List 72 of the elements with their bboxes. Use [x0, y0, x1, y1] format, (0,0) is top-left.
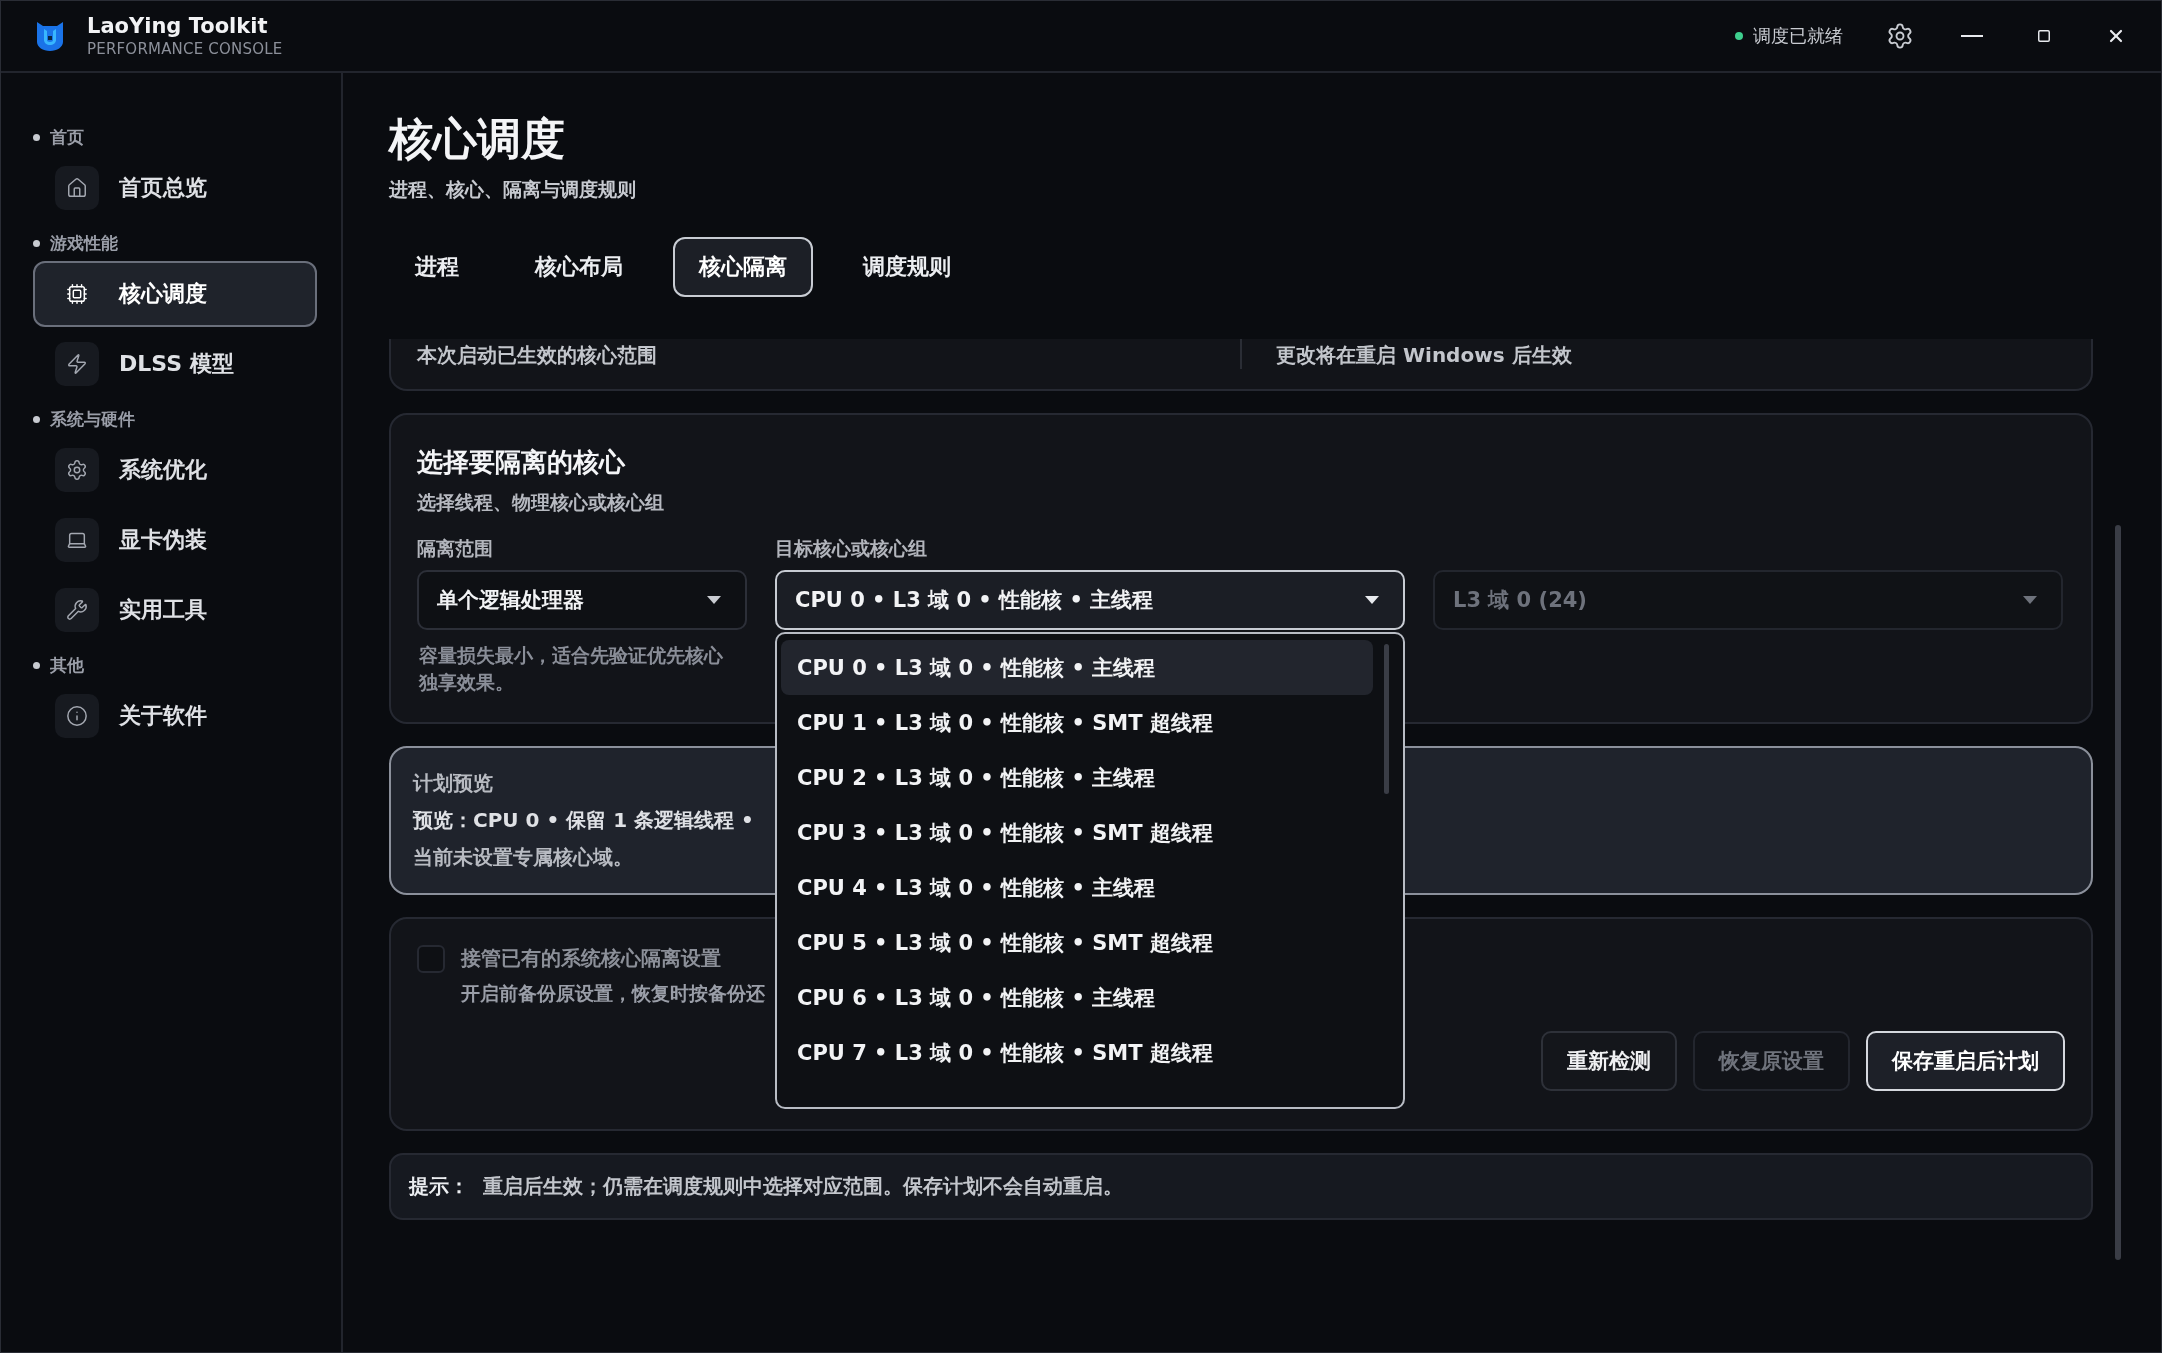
bullet-icon [33, 133, 40, 141]
sidebar-item[interactable]: 核心调度 [33, 261, 317, 327]
scrollbar-thumb[interactable] [2115, 525, 2121, 1260]
current-range-text: 本次启动已生效的核心范围 [417, 341, 658, 369]
card-title: 选择要隔离的核心 [417, 446, 627, 480]
info-icon [55, 694, 99, 738]
caret-icon [2023, 596, 2037, 605]
sidebar-label: 首页总览 [119, 174, 207, 202]
sidebar-label: DLSS 模型 [119, 350, 234, 378]
laptop-icon [55, 518, 99, 562]
page-title: 核心调度 [389, 115, 566, 164]
tab[interactable]: 调度规则 [837, 237, 977, 298]
caret-icon [1365, 596, 1379, 605]
tip-label: 提示： [409, 1172, 469, 1200]
dropdown-option[interactable]: CPU 6 • L3 域 0 • 性能核 • 主线程 [781, 970, 1373, 1026]
dropdown-option[interactable]: CPU 5 • L3 域 0 • 性能核 • SMT 超线程 [781, 915, 1373, 971]
sidebar-item[interactable]: DLSS 模型 [33, 331, 317, 397]
preview-summary: 预览：CPU 0 • 保留 1 条逻辑线程 • [413, 806, 754, 834]
tab[interactable]: 核心布局 [509, 237, 649, 298]
section-label: 系统与硬件 [50, 407, 135, 431]
hint-text: 容量损失最小，适合先验证优先核心独享效果。 [417, 643, 724, 695]
page-subtitle: 进程、核心、隔离与调度规则 [389, 177, 637, 203]
tab[interactable]: 核心隔离 [673, 237, 813, 298]
sidebar-label: 系统优化 [119, 456, 207, 484]
logo-icon [35, 20, 65, 52]
sidebar-item[interactable]: 实用工具 [33, 577, 317, 643]
sidebar-item[interactable]: 显卡伪装 [33, 507, 317, 573]
sidebar-item[interactable]: 关于软件 [33, 683, 317, 749]
scope-select[interactable]: 单个逻辑处理器 [417, 570, 747, 631]
sidebar-label: 关于软件 [119, 702, 207, 730]
preview-title: 计划预览 [413, 769, 493, 797]
sidebar-item[interactable]: 首页总览 [33, 155, 317, 221]
target-select[interactable]: CPU 0 • L3 域 0 • 性能核 • 主线程 [775, 570, 1405, 631]
field-label: 目标核心或核心组 [775, 536, 928, 562]
dropdown-option[interactable]: CPU 4 • L3 域 0 • 性能核 • 主线程 [781, 860, 1373, 916]
action-button[interactable]: 保存重启后计划 [1866, 1030, 2065, 1091]
tab[interactable]: 进程 [389, 237, 485, 298]
preview-note: 当前未设置专属核心域。 [413, 843, 633, 871]
card-subtitle: 选择线程、物理核心或核心组 [417, 490, 665, 516]
lightning-icon [55, 342, 99, 386]
bullet-icon [33, 661, 40, 669]
dropdown-option[interactable]: CPU 1 • L3 域 0 • 性能核 • SMT 超线程 [781, 695, 1373, 751]
dropdown-option[interactable]: CPU 3 • L3 域 0 • 性能核 • SMT 超线程 [781, 805, 1373, 861]
sidebar-label: 显卡伪装 [119, 526, 207, 554]
section-label: 其他 [50, 653, 84, 677]
checkbox-label: 接管已有的系统核心隔离设置 [461, 945, 721, 973]
caret-icon [707, 596, 721, 605]
settings-icon [1886, 22, 1914, 50]
takeover-description: 开启前备份原设置，恢复时按备份还 [461, 980, 765, 1006]
status-text: 调度已就绪 [1753, 24, 1843, 48]
app-subtitle: PERFORMANCE CONSOLE [87, 40, 283, 58]
home-icon [55, 166, 99, 210]
tip-text: 重启后生效；仍需在调度规则中选择对应范围。保存计划不会自动重启。 [483, 1172, 1123, 1200]
settings-icon [55, 448, 99, 492]
pending-change-text: 更改将在重启 Windows 后生效 [1276, 341, 1573, 369]
bullet-icon [33, 239, 40, 247]
field-label: 隔离范围 [417, 536, 494, 562]
dropdown-option[interactable]: CPU 2 • L3 域 0 • 性能核 • 主线程 [781, 750, 1373, 806]
sidebar-item[interactable]: 系统优化 [33, 437, 317, 503]
sidebar-label: 核心调度 [119, 280, 207, 308]
wrench-icon [55, 588, 99, 632]
sidebar-label: 实用工具 [119, 596, 207, 624]
scrollbar-thumb[interactable] [1384, 644, 1389, 795]
section-label: 首页 [50, 125, 84, 149]
maximize-icon [2037, 29, 2051, 43]
section-label: 游戏性能 [50, 231, 118, 255]
dropdown-option[interactable]: CPU 0 • L3 域 0 • 性能核 • 主线程 [781, 640, 1373, 696]
dropdown-option[interactable]: CPU 7 • L3 域 0 • 性能核 • SMT 超线程 [781, 1025, 1373, 1081]
bullet-icon [33, 415, 40, 423]
app-name: LaoYing Toolkit [87, 14, 269, 38]
minimize-icon [1961, 35, 1983, 37]
action-button[interactable]: 重新检测 [1541, 1030, 1677, 1091]
